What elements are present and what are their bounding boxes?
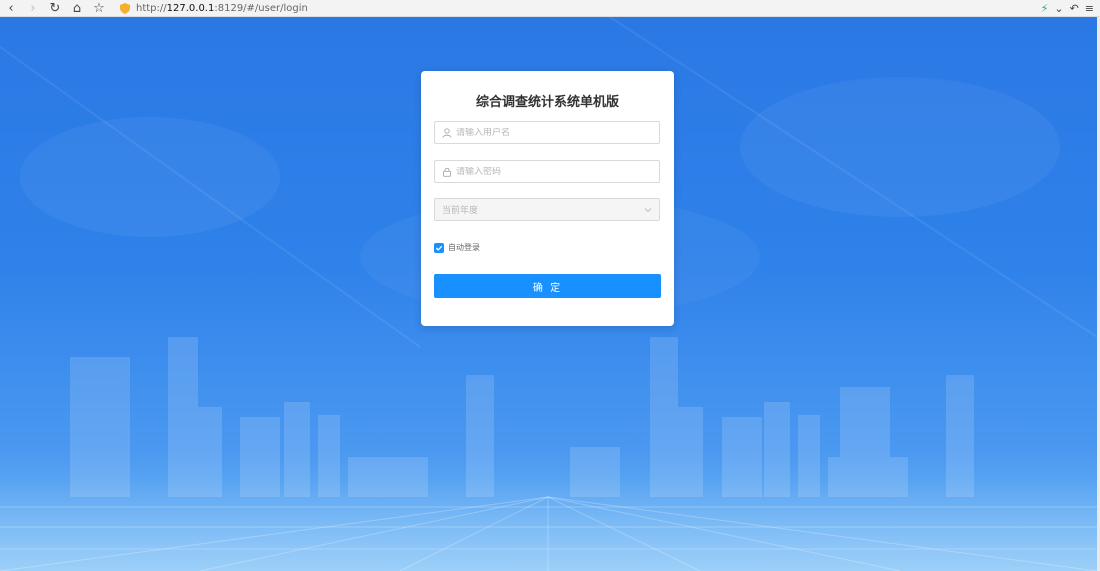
undo-icon[interactable]: ↶	[1070, 2, 1079, 15]
year-select-placeholder: 当前年度	[442, 206, 479, 216]
url-path: :8129/#/user/login	[214, 2, 308, 14]
username-field[interactable]	[434, 121, 660, 144]
username-input[interactable]	[456, 127, 659, 138]
back-icon[interactable]: ‹	[0, 0, 22, 17]
password-field[interactable]	[434, 160, 660, 183]
user-icon	[442, 127, 452, 138]
submit-button[interactable]: 确 定	[434, 274, 661, 298]
chevron-down-icon	[644, 207, 652, 212]
auto-login-option[interactable]: 自动登录	[434, 242, 480, 253]
auto-login-checkbox[interactable]	[434, 242, 444, 253]
chevron-down-icon[interactable]: ⌄	[1054, 2, 1063, 15]
shield-icon	[120, 2, 130, 14]
star-icon[interactable]: ☆	[88, 0, 110, 17]
lock-icon	[443, 167, 451, 177]
login-title: 综合调查统计系统单机版	[475, 95, 619, 110]
menu-icon[interactable]: ≡	[1085, 2, 1094, 15]
reload-icon[interactable]: ↻	[44, 0, 66, 17]
forward-icon[interactable]: ›	[22, 0, 44, 17]
url-host: 127.0.0.1	[166, 2, 215, 14]
url-protocol: http://	[136, 2, 167, 14]
check-icon	[435, 245, 443, 251]
login-card: 综合调查统计系统单机版 当前年度 自动登录 确 定	[421, 71, 674, 326]
address-bar[interactable]: http://127.0.0.1:8129/#/user/login	[120, 0, 1041, 17]
auto-login-label: 自动登录	[448, 243, 480, 252]
browser-toolbar: ‹ › ↻ ⌂ ☆ http://127.0.0.1:8129/#/user/l…	[0, 0, 1100, 17]
home-icon[interactable]: ⌂	[66, 0, 88, 17]
year-select[interactable]: 当前年度	[434, 198, 660, 221]
password-input[interactable]	[456, 166, 659, 177]
bolt-icon[interactable]: ⚡	[1041, 2, 1049, 15]
